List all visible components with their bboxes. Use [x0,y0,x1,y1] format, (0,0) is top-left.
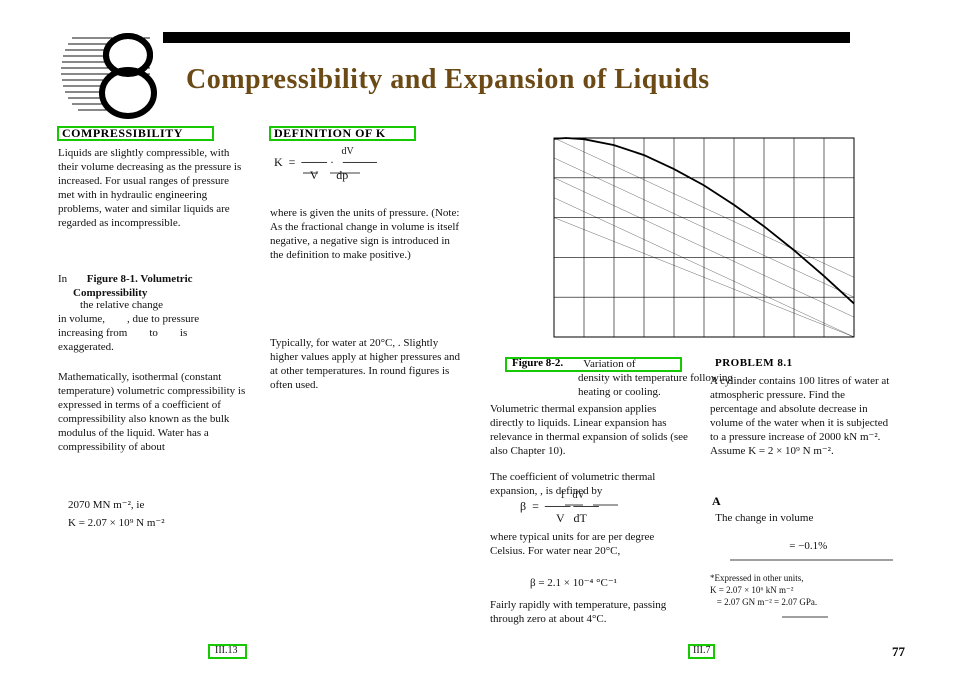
k-equation: K = ─── · ──── V dp [274,156,380,182]
bottom-ref-left: III.13 [215,645,238,656]
bottom-ref-right: III.7 [693,645,711,656]
k-equation-sup: dV [274,146,354,157]
col1-para2: Mathematically, isothermal (constant tem… [58,370,248,454]
problem-heading: PROBLEM 8.1 [715,357,793,369]
section-heading-compressibility: COMPRESSIBILITY [62,126,183,141]
chapter-8-logo [61,36,154,116]
beta-value: β = 2.1 × 10⁻⁴ °C⁻¹ [530,576,617,589]
answer-line1: The change in volume [710,512,813,524]
fig8-2-label: Figure 8-2. [512,357,563,369]
col2-para2: Typically, for water at 20°C, . Slightly… [270,336,460,392]
col1-eq-b: K = 2.07 × 10⁹ N m⁻² [68,516,165,529]
footnote: *Expressed in other units, K = 2.07 × 10… [710,572,817,608]
density-chart [554,138,854,337]
col2-where: where is given the units of pressure. (N… [270,206,460,262]
answer-calc: = −0.1% [770,540,827,552]
answer-label: A [712,494,721,509]
col1-fig1-ref: In [58,272,67,286]
section-heading-k: DEFINITION OF K [274,126,386,141]
beta-equation: β = ─── ─── V dT [520,500,602,524]
beta-equation-sup: 1 dV [520,490,585,501]
page: Compressibility and Expansion of Liquids… [0,0,954,675]
col1-fig1-rest: the relative change in volume, , due to … [58,298,199,354]
fig8-1-label: Figure 8-1. Volumetric Compressibility [73,272,193,300]
col1-intro: Liquids are slightly compressible, with … [58,146,248,230]
fig2-note: Fairly rapidly with temperature, passing… [490,598,690,626]
col1-eq-a: 2070 MN m⁻², ie [68,498,147,511]
fig2-p3: where typical units for are per degree C… [490,530,690,558]
fig2-p1: Volumetric thermal expansion applies dir… [490,402,690,458]
page-title: Compressibility and Expansion of Liquids [186,64,710,96]
page-number: 77 [892,644,905,660]
problem-text: A cylinder contains 100 litres of water … [710,374,895,458]
